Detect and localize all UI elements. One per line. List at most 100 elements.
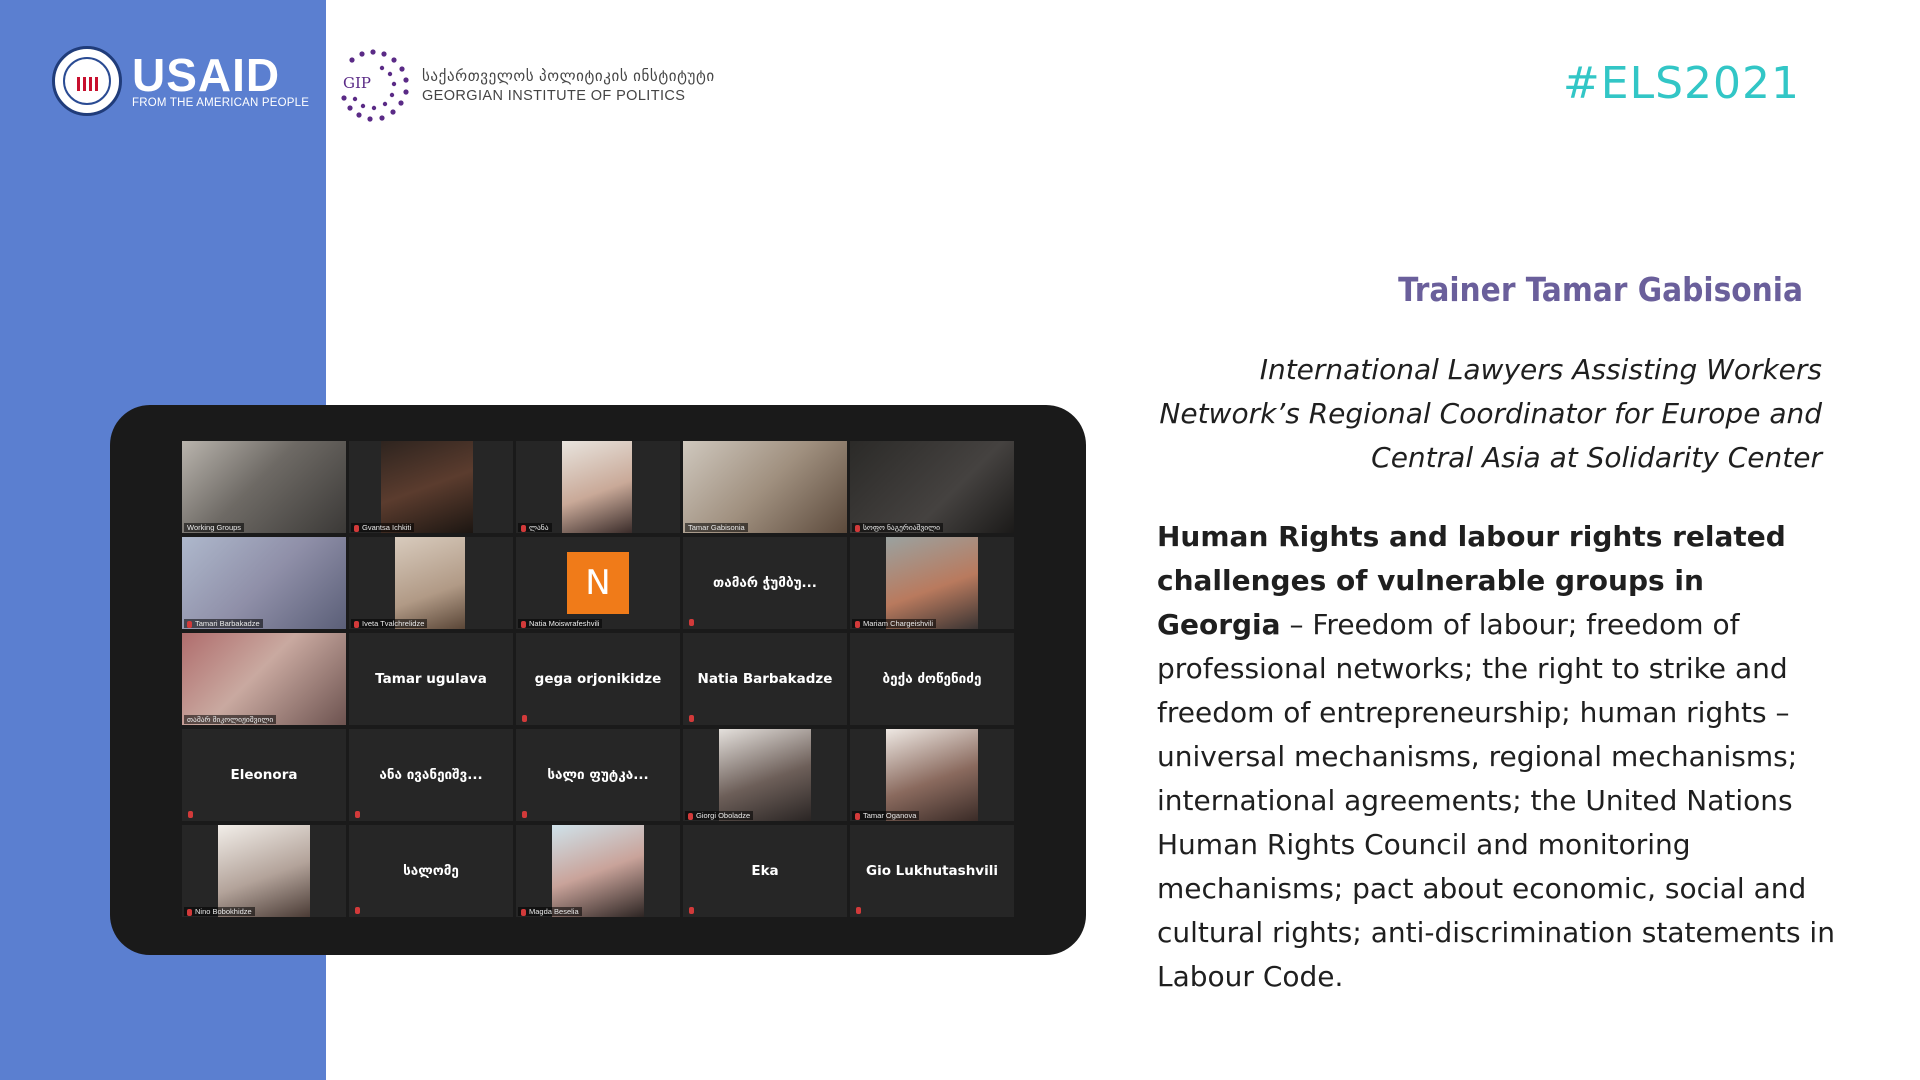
participant-video: [552, 825, 644, 917]
participant-name: Tamar ugulava: [375, 671, 487, 687]
participant-name: Tamar Gabisonia: [685, 523, 748, 532]
mic-muted-icon: [355, 811, 360, 818]
mic-muted-icon: [355, 907, 360, 914]
participant-tile[interactable]: Magda Beselia: [516, 825, 680, 917]
participant-avatar: N: [567, 552, 629, 614]
mic-muted-icon: [856, 907, 861, 914]
participant-tile[interactable]: Nino Bobokhidze: [182, 825, 346, 917]
mic-muted-icon: [521, 524, 526, 532]
participant-name: Iveta Tvalchrelidze: [351, 619, 428, 628]
participant-name: სოფო ნაგერიაშვილი: [852, 523, 944, 532]
active-speaker-tile[interactable]: თამარ მიკოლიჟიშვილი: [182, 633, 346, 725]
participant-video: [182, 633, 346, 725]
participant-video: [850, 441, 1014, 533]
participant-tile[interactable]: Tamar Oganova: [850, 729, 1014, 821]
participant-name: თამარ მიკოლიჟიშვილი: [184, 715, 277, 724]
participant-tile[interactable]: თამარ ჭუმბუ...: [683, 537, 847, 629]
mic-muted-icon: [521, 620, 526, 628]
participant-tile[interactable]: Tamar ugulava: [349, 633, 513, 725]
participant-name: Mariam Chargeishvili: [852, 619, 937, 628]
mic-muted-icon: [354, 620, 359, 628]
zoom-gallery-grid: Working Groups Gvantsa Ichkiti ლანა Tama…: [182, 441, 1014, 917]
participant-name: Natia Barbakadze: [697, 671, 833, 687]
participant-name: gega orjonikidze: [534, 671, 662, 687]
mic-muted-icon: [689, 715, 694, 722]
mic-muted-icon: [187, 908, 192, 916]
participant-name: თამარ ჭუმბუ...: [713, 575, 817, 591]
participant-name: Working Groups: [184, 523, 245, 532]
participant-video: [683, 441, 847, 533]
mic-muted-icon: [521, 908, 526, 916]
participant-name: ბექა ძოწენიძე: [882, 671, 982, 687]
participant-tile[interactable]: Iveta Tvalchrelidze: [349, 537, 513, 629]
participant-tile[interactable]: Tamar Gabisonia: [683, 441, 847, 533]
participant-video: [886, 729, 978, 821]
participant-video: [719, 729, 811, 821]
usaid-tagline: FROM THE AMERICAN PEOPLE: [132, 97, 310, 109]
usaid-seal-icon: [52, 46, 122, 116]
gip-name-english: GEORGIAN INSTITUTE OF POLITICS: [422, 87, 686, 104]
participant-name: Gio Lukhutashvili: [866, 863, 998, 879]
participant-video: [218, 825, 310, 917]
mic-muted-icon: [522, 715, 527, 722]
participant-name: ლანა: [518, 523, 552, 532]
session-topic: Human Rights and labour rights related c…: [1157, 515, 1837, 999]
event-hashtag: #ELS2021: [1562, 58, 1800, 109]
participant-video: [562, 441, 632, 533]
gip-logo: GIP საქართველოს პოლიტიკის ინსტიტუტი GEOR…: [332, 44, 715, 126]
topic-body: – Freedom of labour; freedom of professi…: [1157, 608, 1835, 993]
participant-video: [395, 537, 465, 629]
svg-text:GIP: GIP: [343, 74, 371, 92]
participant-tile[interactable]: gega orjonikidze: [516, 633, 680, 725]
mic-muted-icon: [522, 811, 527, 818]
participant-tile[interactable]: N Natia Moiswrafeshvili: [516, 537, 680, 629]
participant-tile[interactable]: Eleonora: [182, 729, 346, 821]
mic-muted-icon: [188, 811, 193, 818]
participant-tile[interactable]: სალი ფუტკა...: [516, 729, 680, 821]
mic-muted-icon: [354, 524, 359, 532]
participant-video: [381, 441, 473, 533]
mic-muted-icon: [855, 524, 860, 532]
tablet-frame: Working Groups Gvantsa Ichkiti ლანა Tama…: [110, 405, 1086, 955]
participant-name: Giorgi Oboladze: [685, 811, 754, 820]
trainer-role: International Lawyers Assisting Workers …: [1159, 353, 1822, 474]
participant-tile[interactable]: Eka: [683, 825, 847, 917]
participant-tile[interactable]: Tamari Barbakadze: [182, 537, 346, 629]
participant-video: [886, 537, 978, 629]
participant-tile[interactable]: Mariam Chargeishvili: [850, 537, 1014, 629]
participant-tile[interactable]: სალომე: [349, 825, 513, 917]
participant-tile[interactable]: Gvantsa Ichkiti: [349, 441, 513, 533]
participant-name: სალომე: [403, 863, 459, 879]
participant-name: Gvantsa Ichkiti: [351, 523, 415, 532]
participant-tile[interactable]: Natia Barbakadze: [683, 633, 847, 725]
usaid-wordmark: USAID: [132, 49, 281, 101]
mic-muted-icon: [688, 812, 693, 820]
participant-name: Tamar Oganova: [852, 811, 920, 820]
mic-muted-icon: [855, 620, 860, 628]
participant-name: ანა ივანეიშვ...: [379, 767, 483, 783]
participant-tile[interactable]: Gio Lukhutashvili: [850, 825, 1014, 917]
mic-muted-icon: [855, 812, 860, 820]
usaid-logo: USAID FROM THE AMERICAN PEOPLE: [52, 46, 309, 116]
participant-tile[interactable]: სოფო ნაგერიაშვილი: [850, 441, 1014, 533]
participant-name: Tamari Barbakadze: [184, 619, 263, 628]
participant-name: სალი ფუტკა...: [547, 767, 649, 783]
participant-name: Nino Bobokhidze: [184, 907, 255, 916]
mic-muted-icon: [689, 907, 694, 914]
mic-muted-icon: [689, 619, 694, 626]
participant-video: [182, 441, 346, 533]
participant-tile[interactable]: ბექა ძოწენიძე: [850, 633, 1014, 725]
gip-name-georgian: საქართველოს პოლიტიკის ინსტიტუტი: [422, 67, 715, 85]
gip-star-logo-icon: GIP: [332, 44, 414, 126]
trainer-name: Trainer Tamar Gabisonia: [1398, 270, 1803, 309]
mic-muted-icon: [187, 620, 192, 628]
participant-tile[interactable]: Giorgi Oboladze: [683, 729, 847, 821]
participant-name: Magda Beselia: [518, 907, 582, 916]
participant-name: Eleonora: [230, 767, 298, 783]
participant-tile[interactable]: ლანა: [516, 441, 680, 533]
participant-name: Eka: [751, 863, 779, 879]
participant-tile[interactable]: Working Groups: [182, 441, 346, 533]
participant-video: [182, 537, 346, 629]
participant-name: Natia Moiswrafeshvili: [518, 619, 603, 628]
participant-tile[interactable]: ანა ივანეიშვ...: [349, 729, 513, 821]
